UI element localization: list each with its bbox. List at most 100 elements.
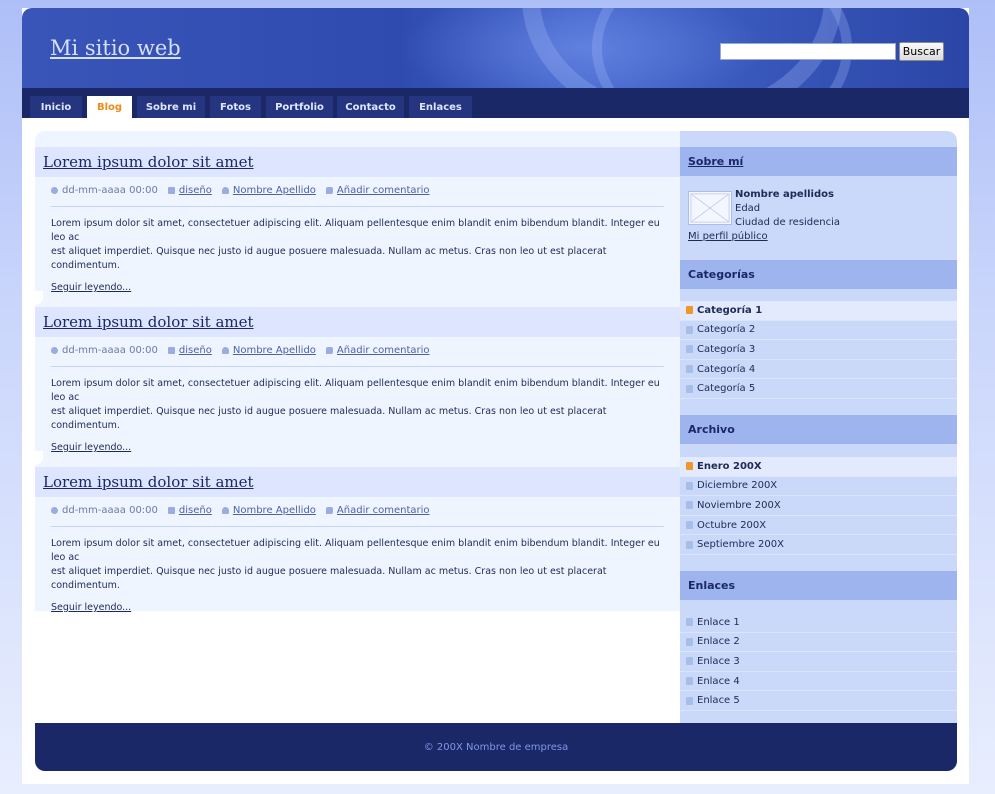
page-container: Mi sitio web Buscar Inicio Blog Sobre mi…: [22, 8, 969, 784]
post-category-link[interactable]: diseño: [179, 505, 212, 516]
post-meta: dd-mm-aaaa 00:00 diseño Nombre Apellido …: [51, 505, 664, 527]
bullet-icon: [686, 365, 693, 374]
add-comment-link[interactable]: Añadir comentario: [337, 185, 430, 196]
tab-contacto[interactable]: Contacto: [337, 96, 404, 118]
comment-icon: [325, 507, 333, 514]
clock-icon: [51, 507, 58, 514]
post-title: Lorem ipsum dolor sit amet: [35, 147, 680, 177]
post-meta: dd-mm-aaaa 00:00 diseño Nombre Apellido …: [51, 185, 664, 207]
archive-item[interactable]: Octubre 200X: [680, 516, 957, 536]
post-date: dd-mm-aaaa 00:00: [62, 345, 158, 356]
post-divider-notch: [35, 451, 43, 465]
category-icon: [167, 347, 175, 354]
post-date: dd-mm-aaaa 00:00: [62, 505, 158, 516]
comment-icon: [325, 347, 333, 354]
post-excerpt: Lorem ipsum dolor sit amet, consectetuer…: [51, 217, 664, 273]
profile-photo-placeholder: [688, 191, 732, 225]
archive-label: Enero 200X: [697, 460, 762, 472]
tab-enlaces[interactable]: Enlaces: [409, 96, 472, 118]
category-item[interactable]: Categoría 2: [680, 321, 957, 341]
archive-label: Diciembre 200X: [697, 480, 778, 492]
link-label: Enlace 2: [697, 636, 740, 648]
post-excerpt-line: est aliquet imperdiet. Quisque nec justo…: [51, 406, 607, 431]
tab-portfolio[interactable]: Portfolio: [266, 96, 333, 118]
post-title-link[interactable]: Lorem ipsum dolor sit amet: [43, 313, 254, 331]
category-item[interactable]: Categoría 5: [680, 379, 957, 399]
post-author-link[interactable]: Nombre Apellido: [233, 505, 316, 516]
link-item[interactable]: Enlace 5: [680, 691, 957, 711]
post-excerpt-line: Lorem ipsum dolor sit amet, consectetuer…: [51, 378, 660, 403]
post-excerpt-line: est aliquet imperdiet. Quisque nec justo…: [51, 246, 607, 271]
bullet-icon: [686, 521, 693, 530]
add-comment-link[interactable]: Añadir comentario: [337, 345, 430, 356]
site-title-link[interactable]: Mi sitio web: [50, 36, 181, 60]
category-icon: [167, 187, 175, 194]
archive-label: Septiembre 200X: [697, 539, 784, 551]
link-item[interactable]: Enlace 2: [680, 633, 957, 653]
user-icon: [221, 187, 229, 194]
post-date: dd-mm-aaaa 00:00: [62, 185, 158, 196]
post-author-link[interactable]: Nombre Apellido: [233, 345, 316, 356]
sidebar-heading-about: Sobre mí: [680, 147, 957, 176]
post-title-link[interactable]: Lorem ipsum dolor sit amet: [43, 473, 254, 491]
add-comment-link[interactable]: Añadir comentario: [337, 505, 430, 516]
links-list: Enlace 1 Enlace 2 Enlace 3 Enlace 4 Enla…: [680, 613, 957, 711]
category-icon: [167, 507, 175, 514]
bullet-icon: [686, 696, 693, 705]
post-title: Lorem ipsum dolor sit amet: [35, 307, 680, 337]
tab-sobre-mi[interactable]: Sobre mi: [137, 96, 205, 118]
tab-fotos[interactable]: Fotos: [210, 96, 261, 118]
blog-post: Lorem ipsum dolor sit amet dd-mm-aaaa 00…: [35, 467, 680, 613]
category-item[interactable]: Categoría 3: [680, 340, 957, 360]
archive-item[interactable]: Diciembre 200X: [680, 477, 957, 497]
bullet-icon: [686, 618, 693, 627]
archive-item[interactable]: Noviembre 200X: [680, 496, 957, 516]
archive-label: Octubre 200X: [697, 519, 767, 531]
content-area: Lorem ipsum dolor sit amet dd-mm-aaaa 00…: [35, 131, 957, 723]
search-input[interactable]: [720, 43, 896, 60]
post-excerpt: Lorem ipsum dolor sit amet, consectetuer…: [51, 377, 664, 433]
comment-icon: [325, 187, 333, 194]
archive-item[interactable]: Septiembre 200X: [680, 535, 957, 555]
post-excerpt-line: est aliquet imperdiet. Quisque nec justo…: [51, 566, 607, 591]
post-excerpt: Lorem ipsum dolor sit amet, consectetuer…: [51, 537, 664, 593]
sidebar-heading-categories: Categorías: [680, 260, 957, 289]
archive-label: Noviembre 200X: [697, 499, 781, 511]
post-divider-notch: [35, 291, 43, 305]
archive-item[interactable]: Enero 200X: [680, 457, 957, 477]
tab-blog[interactable]: Blog: [87, 96, 132, 118]
about-heading-link[interactable]: Sobre mí: [688, 155, 743, 168]
clock-icon: [51, 347, 58, 354]
post-title-link[interactable]: Lorem ipsum dolor sit amet: [43, 153, 254, 171]
bullet-icon: [686, 637, 693, 646]
link-item[interactable]: Enlace 3: [680, 652, 957, 672]
link-item[interactable]: Enlace 1: [680, 613, 957, 633]
post-excerpt-line: Lorem ipsum dolor sit amet, consectetuer…: [51, 538, 660, 563]
bullet-icon: [686, 540, 693, 549]
profile-age: Edad: [735, 203, 761, 214]
link-item[interactable]: Enlace 4: [680, 672, 957, 692]
category-label: Categoría 4: [697, 363, 756, 375]
link-label: Enlace 4: [697, 675, 740, 687]
post-author-link[interactable]: Nombre Apellido: [233, 185, 316, 196]
category-item[interactable]: Categoría 1: [680, 301, 957, 321]
search-button[interactable]: Buscar: [899, 42, 944, 61]
category-item[interactable]: Categoría 4: [680, 360, 957, 380]
public-profile-link[interactable]: Mi perfil público: [688, 231, 768, 242]
post-category-link[interactable]: diseño: [179, 185, 212, 196]
post-category-link[interactable]: diseño: [179, 345, 212, 356]
categories-list: Categoría 1 Categoría 2 Categoría 3 Cate…: [680, 301, 957, 399]
read-more-link[interactable]: Seguir leyendo...: [51, 282, 131, 293]
site-header: Mi sitio web Buscar: [22, 8, 969, 88]
blog-post: Lorem ipsum dolor sit amet dd-mm-aaaa 00…: [35, 307, 680, 453]
archive-list: Enero 200X Diciembre 200X Noviembre 200X…: [680, 457, 957, 555]
bullet-icon: [686, 325, 693, 334]
read-more-link[interactable]: Seguir leyendo...: [51, 442, 131, 453]
link-label: Enlace 5: [697, 695, 740, 707]
category-label: Categoría 2: [697, 324, 756, 336]
category-label: Categoría 3: [697, 343, 756, 355]
read-more-link[interactable]: Seguir leyendo...: [51, 602, 131, 613]
tab-inicio[interactable]: Inicio: [30, 96, 82, 118]
link-label: Enlace 1: [697, 616, 740, 628]
bullet-icon: [686, 306, 693, 315]
